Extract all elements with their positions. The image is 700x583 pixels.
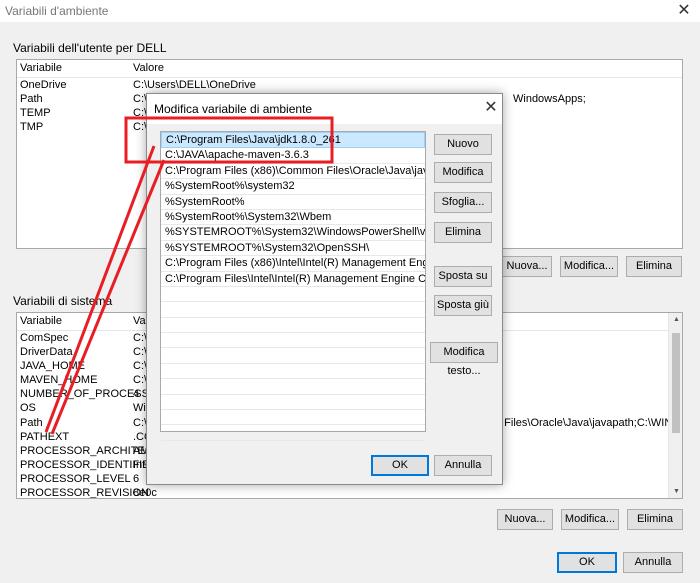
empty-list-row: [161, 379, 425, 395]
empty-list-row: [161, 318, 425, 334]
column-header-variable: Variabile: [20, 315, 62, 327]
empty-list-row: [161, 287, 425, 303]
user-list-header: Variabile Valore: [17, 60, 682, 78]
table-row[interactable]: OneDrive C:\Users\DELL\OneDrive: [17, 78, 682, 92]
window-title: Variabili d'ambiente: [5, 4, 109, 18]
ok-button[interactable]: OK: [557, 552, 617, 573]
dialog-cancel-button[interactable]: Annulla: [434, 455, 492, 476]
path-entry[interactable]: %SYSTEMROOT%\System32\OpenSSH\: [161, 241, 425, 257]
system-edit-button[interactable]: Modifica...: [561, 509, 619, 530]
empty-list-row: [161, 348, 425, 364]
scroll-up-icon[interactable]: ▲: [673, 316, 680, 323]
user-delete-button[interactable]: Elimina: [626, 256, 682, 277]
empty-list-row: [161, 302, 425, 318]
empty-list-row: [161, 395, 425, 411]
dialog-ok-button[interactable]: OK: [371, 455, 429, 476]
path-entry[interactable]: %SystemRoot%: [161, 195, 425, 210]
move-up-button[interactable]: Sposta su: [434, 266, 492, 287]
system-variables-label: Variabili di sistema: [13, 294, 113, 308]
user-edit-button[interactable]: Modifica...: [560, 256, 618, 277]
system-list-scrollbar[interactable]: ▲ ▼: [668, 313, 682, 498]
path-entry[interactable]: %SystemRoot%\System32\Wbem: [161, 210, 425, 226]
edit-variable-dialog: Modifica variabile di ambiente ✕ C:\Prog…: [146, 93, 503, 485]
system-delete-button[interactable]: Elimina: [627, 509, 683, 530]
user-path-value-tail: WindowsApps;: [513, 93, 586, 106]
scrollbar-thumb[interactable]: [672, 333, 680, 433]
path-entry[interactable]: C:\Program Files (x86)\Intel\Intel(R) Ma…: [161, 256, 425, 272]
path-entry[interactable]: %SYSTEMROOT%\System32\WindowsPowerShell\…: [161, 225, 425, 241]
path-entries-list[interactable]: C:\Program Files\Java\jdk1.8.0_261 C:\JAV…: [160, 131, 426, 441]
window-title-bar: Variabili d'ambiente ✕: [0, 0, 700, 22]
user-new-button[interactable]: Nuova...: [502, 256, 552, 277]
column-header-value: Valore: [133, 62, 164, 74]
path-entry[interactable]: C:\Program Files\Intel\Intel(R) Manageme…: [161, 272, 425, 287]
path-entry[interactable]: %SystemRoot%\system32: [161, 179, 425, 195]
path-entry[interactable]: C:\Program Files\Java\jdk1.8.0_261: [161, 132, 425, 149]
system-path-value-tail: n Files\Oracle\Java\javapath;C:\WINDO...: [495, 416, 683, 429]
move-down-button[interactable]: Sposta giù: [434, 295, 492, 316]
edit-text-button[interactable]: Modifica testo...: [430, 342, 498, 377]
scroll-down-icon[interactable]: ▼: [673, 488, 680, 495]
delete-entry-button[interactable]: Elimina: [434, 222, 492, 243]
table-row[interactable]: PROCESSOR_REVISION 8e0c: [17, 486, 682, 498]
browse-button[interactable]: Sfoglia...: [434, 192, 492, 213]
dialog-title: Modifica variabile di ambiente: [154, 102, 313, 116]
empty-list-row: [161, 333, 425, 349]
path-entry[interactable]: C:\JAVA\apache-maven-3.6.3: [161, 148, 425, 164]
cancel-button[interactable]: Annulla: [623, 552, 683, 573]
empty-list-row: [161, 364, 425, 380]
close-icon[interactable]: ✕: [676, 3, 692, 19]
user-variables-label: Variabili dell'utente per DELL: [13, 41, 167, 55]
dialog-title-bar: Modifica variabile di ambiente ✕: [147, 94, 502, 124]
path-entry[interactable]: C:\Program Files (x86)\Common Files\Orac…: [161, 164, 425, 180]
system-new-button[interactable]: Nuova...: [497, 509, 553, 530]
empty-list-row: [161, 410, 425, 426]
edit-entry-button[interactable]: Modifica: [434, 162, 492, 183]
column-header-variable: Variabile: [20, 62, 62, 74]
close-icon[interactable]: ✕: [483, 100, 499, 116]
new-entry-button[interactable]: Nuovo: [434, 134, 492, 155]
empty-list-row: [161, 425, 425, 441]
